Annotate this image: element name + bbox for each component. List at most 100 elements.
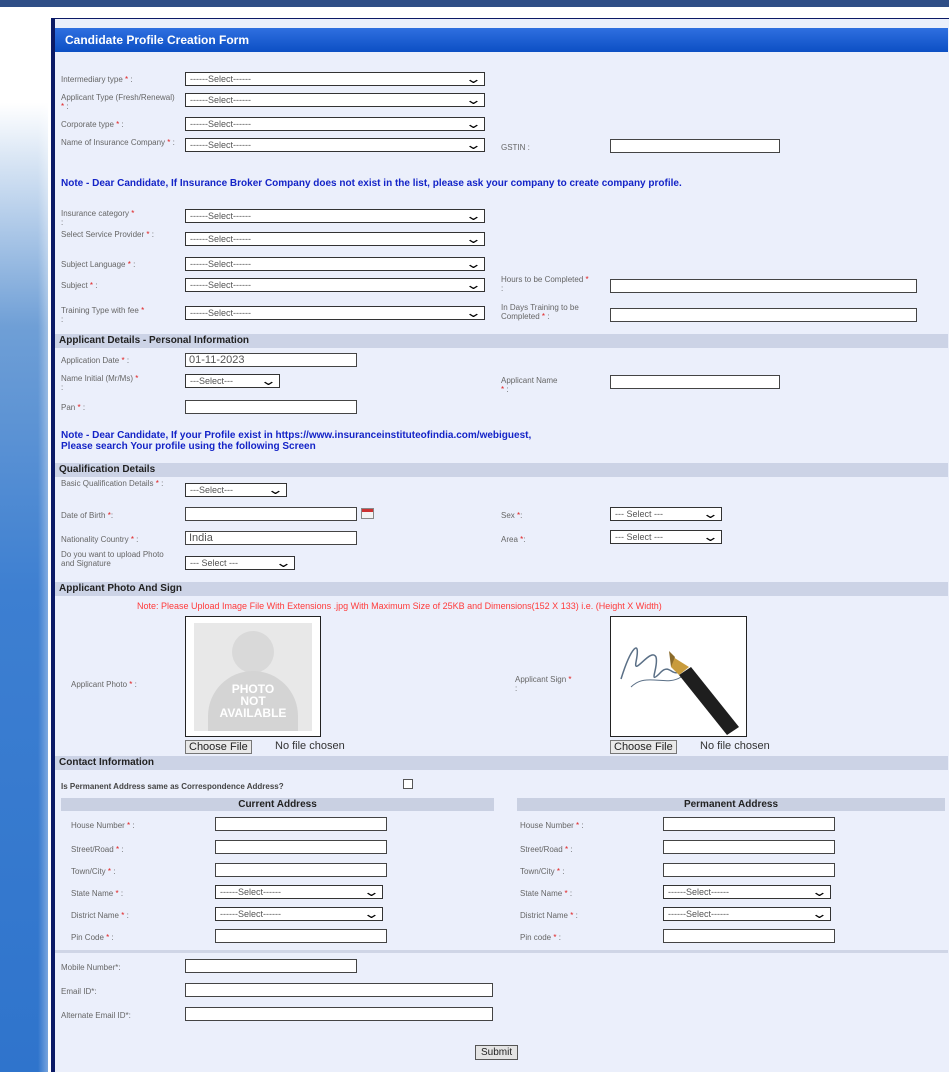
corporate-type-select[interactable]: ------Select------ ⌄ — [185, 117, 485, 131]
chevron-down-icon: ⌄ — [464, 231, 483, 246]
insurance-category-select[interactable]: ------Select------ ⌄ — [185, 209, 485, 223]
dob-input[interactable] — [185, 507, 357, 521]
nationality-input[interactable]: India — [185, 531, 357, 545]
area-label: Area *: — [501, 535, 526, 544]
permanent-district-label: District Name * : — [520, 911, 578, 920]
permanent-town-label: Town/City * : — [520, 867, 565, 876]
intermediary-type-label: Intermediary type * : — [61, 75, 133, 84]
current-state-select[interactable]: ------Select------ ⌄ — [215, 885, 383, 899]
sign-choose-file-button[interactable]: Choose File — [610, 740, 677, 754]
broker-note: Note - Dear Candidate, If Insurance Brok… — [61, 178, 682, 189]
training-type-select[interactable]: ------Select------ ⌄ — [185, 306, 485, 320]
gstin-input[interactable] — [610, 139, 780, 153]
same-address-checkbox[interactable] — [403, 779, 413, 789]
permanent-district-select[interactable]: ------Select------ ⌄ — [663, 907, 831, 921]
insurance-company-label: Name of Insurance Company * : — [61, 138, 175, 147]
pan-input[interactable] — [185, 400, 357, 414]
chevron-down-icon: ⌄ — [362, 906, 381, 921]
permanent-house-label: House Number * : — [520, 821, 584, 830]
chevron-down-icon: ⌄ — [464, 137, 483, 152]
current-district-label: District Name * : — [71, 911, 129, 920]
left-decoration — [0, 7, 48, 1072]
corporate-type-label: Corporate type * : — [61, 120, 124, 129]
intermediary-type-select[interactable]: ------Select------ ⌄ — [185, 72, 485, 86]
chevron-down-icon: ⌄ — [464, 208, 483, 223]
current-district-select[interactable]: ------Select------ ⌄ — [215, 907, 383, 921]
applicant-type-select[interactable]: ------Select------ ⌄ — [185, 93, 485, 107]
current-street-label: Street/Road * : — [71, 845, 124, 854]
section-photo-sign: Applicant Photo And Sign — [55, 582, 948, 596]
mobile-input[interactable] — [185, 959, 357, 973]
current-town-label: Town/City * : — [71, 867, 116, 876]
calendar-icon[interactable] — [361, 508, 374, 519]
applicant-type-label: Applicant Type (Fresh/Renewal) * : — [61, 93, 175, 111]
top-bar — [0, 0, 949, 7]
chevron-down-icon: ⌄ — [362, 884, 381, 899]
permanent-street-label: Street/Road * : — [520, 845, 573, 854]
photo-upload-note: Note: Please Upload Image File With Exte… — [137, 601, 662, 611]
hours-input[interactable] — [610, 279, 917, 293]
alt-email-label: Alternate Email ID*: — [61, 1011, 131, 1020]
sex-select[interactable]: --- Select --- ⌄ — [610, 507, 722, 521]
form-title: Candidate Profile Creation Form — [55, 28, 948, 52]
area-select[interactable]: --- Select --- ⌄ — [610, 530, 722, 544]
divider — [55, 950, 948, 953]
current-street-input[interactable] — [215, 840, 387, 854]
permanent-house-input[interactable] — [663, 817, 835, 831]
basic-qualification-label: Basic Qualification Details * : — [61, 479, 164, 488]
applicant-sign-label: Applicant Sign *: — [515, 675, 572, 693]
applicant-name-label: Applicant Name * : — [501, 376, 558, 394]
permanent-street-input[interactable] — [663, 840, 835, 854]
email-input[interactable] — [185, 983, 493, 997]
profile-note: Note - Dear Candidate, If your Profile e… — [61, 430, 532, 452]
current-house-label: House Number * : — [71, 821, 135, 830]
photo-choose-file-button[interactable]: Choose File — [185, 740, 252, 754]
permanent-address-header: Permanent Address — [517, 798, 945, 811]
insurance-category-label: Insurance category *: — [61, 209, 135, 227]
chevron-down-icon: ⌄ — [810, 884, 829, 899]
name-initial-label: Name Initial (Mr/Ms) *: — [61, 374, 139, 392]
upload-select[interactable]: --- Select --- ⌄ — [185, 556, 295, 570]
pan-label: Pan * : — [61, 403, 86, 412]
applicant-photo-label: Applicant Photo * : — [71, 680, 137, 689]
chevron-down-icon: ⌄ — [464, 277, 483, 292]
current-address-header: Current Address — [61, 798, 494, 811]
service-provider-select[interactable]: ------Select------ ⌄ — [185, 232, 485, 246]
current-state-label: State Name * : — [71, 889, 124, 898]
chevron-down-icon: ⌄ — [274, 555, 293, 570]
permanent-pin-input[interactable] — [663, 929, 835, 943]
days-input[interactable] — [610, 308, 917, 322]
basic-qualification-select[interactable]: ---Select--- ⌄ — [185, 483, 287, 497]
chevron-down-icon: ⌄ — [464, 256, 483, 271]
applicant-photo-placeholder: PHOTO NOT AVAILABLE — [185, 616, 321, 737]
chevron-down-icon: ⌄ — [464, 92, 483, 107]
alt-email-input[interactable] — [185, 1007, 493, 1021]
section-contact: Contact Information — [55, 756, 948, 770]
email-label: Email ID*: — [61, 987, 97, 996]
application-date-input[interactable]: 01-11-2023 — [185, 353, 357, 367]
applicant-name-input[interactable] — [610, 375, 780, 389]
chevron-down-icon: ⌄ — [464, 305, 483, 320]
form-frame: Candidate Profile Creation Form Intermed… — [51, 18, 949, 1072]
submit-button[interactable]: Submit — [475, 1045, 519, 1060]
subject-label: Subject * : — [61, 281, 98, 290]
mobile-label: Mobile Number*: — [61, 963, 121, 972]
same-address-label: Is Permanent Address same as Corresponde… — [61, 782, 284, 791]
chevron-down-icon: ⌄ — [464, 116, 483, 131]
nationality-label: Nationality Country * : — [61, 535, 139, 544]
training-type-label: Training Type with fee *: — [61, 306, 145, 324]
hours-label: Hours to be Completed * : — [501, 275, 589, 293]
photo-file-status: No file chosen — [275, 740, 345, 752]
subject-language-select[interactable]: ------Select------ ⌄ — [185, 257, 485, 271]
name-initial-select[interactable]: ---Select--- ⌄ — [185, 374, 280, 388]
subject-select[interactable]: ------Select------ ⌄ — [185, 278, 485, 292]
subject-language-label: Subject Language * : — [61, 260, 136, 269]
permanent-state-select[interactable]: ------Select------ ⌄ — [663, 885, 831, 899]
chevron-down-icon: ⌄ — [464, 71, 483, 86]
permanent-town-input[interactable] — [663, 863, 835, 877]
current-house-input[interactable] — [215, 817, 387, 831]
current-town-input[interactable] — [215, 863, 387, 877]
current-pin-label: Pin Code * : — [71, 933, 114, 942]
current-pin-input[interactable] — [215, 929, 387, 943]
insurance-company-select[interactable]: ------Select------ ⌄ — [185, 138, 485, 152]
